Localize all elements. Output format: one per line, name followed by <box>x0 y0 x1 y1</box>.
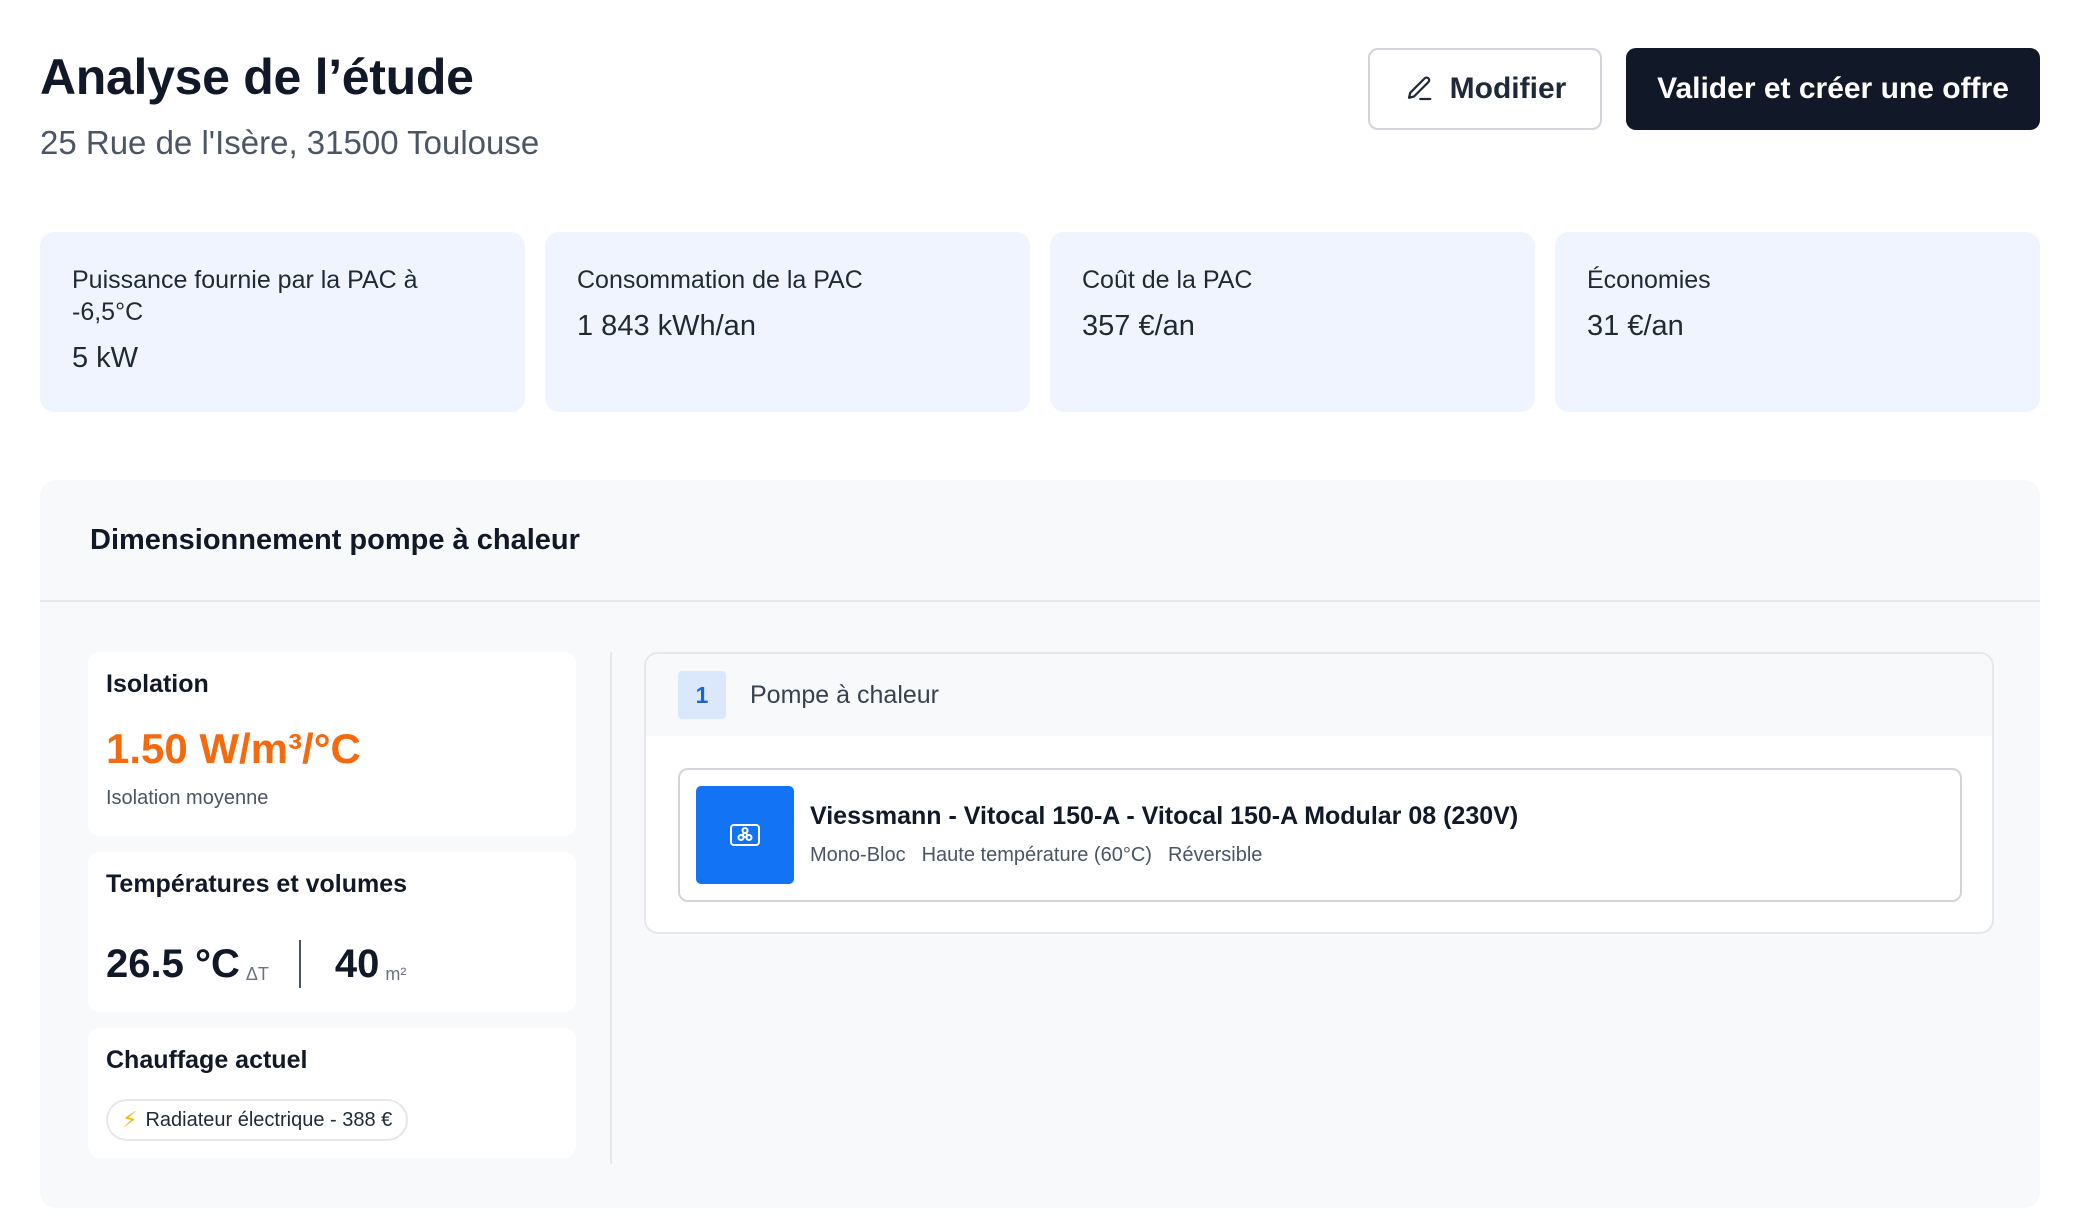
edit-button[interactable]: Modifier <box>1368 48 1602 130</box>
sizing-section-title: Dimensionnement pompe à chaleur <box>90 523 580 556</box>
stat-label: Économies <box>1587 266 1711 294</box>
isolation-title: Isolation <box>106 670 209 698</box>
delta-temperature-value: 26.5 °C <box>106 941 240 986</box>
page-address: 25 Rue de l'Isère, 31500 Toulouse <box>40 124 540 161</box>
stat-card-savings: Économies 31 €/an <box>1555 232 2040 412</box>
sizing-section-header: Dimensionnement pompe à chaleur <box>40 480 2040 602</box>
temperatures-title: Températures et volumes <box>106 870 408 898</box>
current-heating-card: Chauffage actuel ⚡ Radiateur électrique … <box>88 1028 576 1158</box>
edit-button-label: Modifier <box>1449 72 1567 105</box>
stat-value: 1 843 kWh/an <box>577 310 756 342</box>
heat-pump-panel-title: Pompe à chaleur <box>750 680 940 709</box>
pencil-icon <box>1407 76 1432 101</box>
temperatures-values: 26.5 °C ΔT 40 m² <box>106 939 558 989</box>
stat-value: 357 €/an <box>1082 310 1195 342</box>
stat-card-consumption: Consommation de la PAC 1 843 kWh/an <box>545 232 1030 412</box>
area-unit: m² <box>385 964 407 984</box>
stat-value: 5 kW <box>72 342 139 374</box>
stat-card-power: Puissance fournie par la PAC à -6,5°C 5 … <box>40 232 525 412</box>
sizing-section: Dimensionnement pompe à chaleur Isolatio… <box>40 480 2040 1208</box>
stat-label: Consommation de la PAC <box>577 266 863 294</box>
delta-temperature-unit: ΔT <box>245 964 269 984</box>
stat-label: Puissance fournie par la PAC à -6,5°C <box>72 266 418 326</box>
current-heating-title: Chauffage actuel <box>106 1046 308 1074</box>
current-heating-label: Radiateur électrique - 388 € <box>145 1108 393 1131</box>
isolation-value: 1.50 W/m³/°C <box>106 725 361 772</box>
isolation-subtitle: Isolation moyenne <box>106 787 269 809</box>
stat-label: Coût de la PAC <box>1082 266 1253 294</box>
stat-card-cost: Coût de la PAC 357 €/an <box>1050 232 1535 412</box>
validate-create-offer-button[interactable]: Valider et créer une offre <box>1626 48 2040 130</box>
header-actions: Modifier Valider et créer une offre <box>1368 48 2040 130</box>
sizing-details-column: Isolation 1.50 W/m³/°C Isolation moyenne… <box>88 652 576 1174</box>
heat-pump-product-name: Viessmann - Vitocal 150-A - Vitocal 150-… <box>810 802 1519 830</box>
page-title: Analyse de l’étude <box>40 49 474 105</box>
heat-pump-icon <box>696 786 794 884</box>
heat-pump-panel: 1 Pompe à chaleur Viessmann - Vitocal 15… <box>644 652 1994 934</box>
temperatures-card: Températures et volumes 26.5 °C ΔT 40 m² <box>88 852 576 1012</box>
values-divider <box>298 940 301 988</box>
heat-pump-index-badge: 1 <box>678 671 726 719</box>
column-divider <box>610 652 612 1164</box>
product-tag: Réversible <box>1167 844 1263 866</box>
product-tag: Mono-Bloc <box>810 844 906 866</box>
stats-row: Puissance fournie par la PAC à -6,5°C 5 … <box>40 232 2040 412</box>
lightning-icon: ⚡ <box>122 1107 138 1132</box>
heat-pump-product-tags: Mono-Bloc Haute température (60°C) Réver… <box>810 844 1262 867</box>
product-tag: Haute température (60°C) <box>921 844 1152 866</box>
page: Analyse de l’étude 25 Rue de l'Isère, 31… <box>0 0 2080 1232</box>
heat-pump-panel-header: 1 Pompe à chaleur <box>646 654 1992 736</box>
current-heating-pill: ⚡ Radiateur électrique - 388 € <box>106 1099 409 1141</box>
isolation-card: Isolation 1.50 W/m³/°C Isolation moyenne <box>88 652 576 836</box>
heat-pump-product-card[interactable]: Viessmann - Vitocal 150-A - Vitocal 150-… <box>678 768 1962 902</box>
page-header: Analyse de l’étude 25 Rue de l'Isère, 31… <box>40 48 2040 188</box>
stat-value: 31 €/an <box>1587 310 1684 342</box>
area-value: 40 <box>334 941 380 986</box>
